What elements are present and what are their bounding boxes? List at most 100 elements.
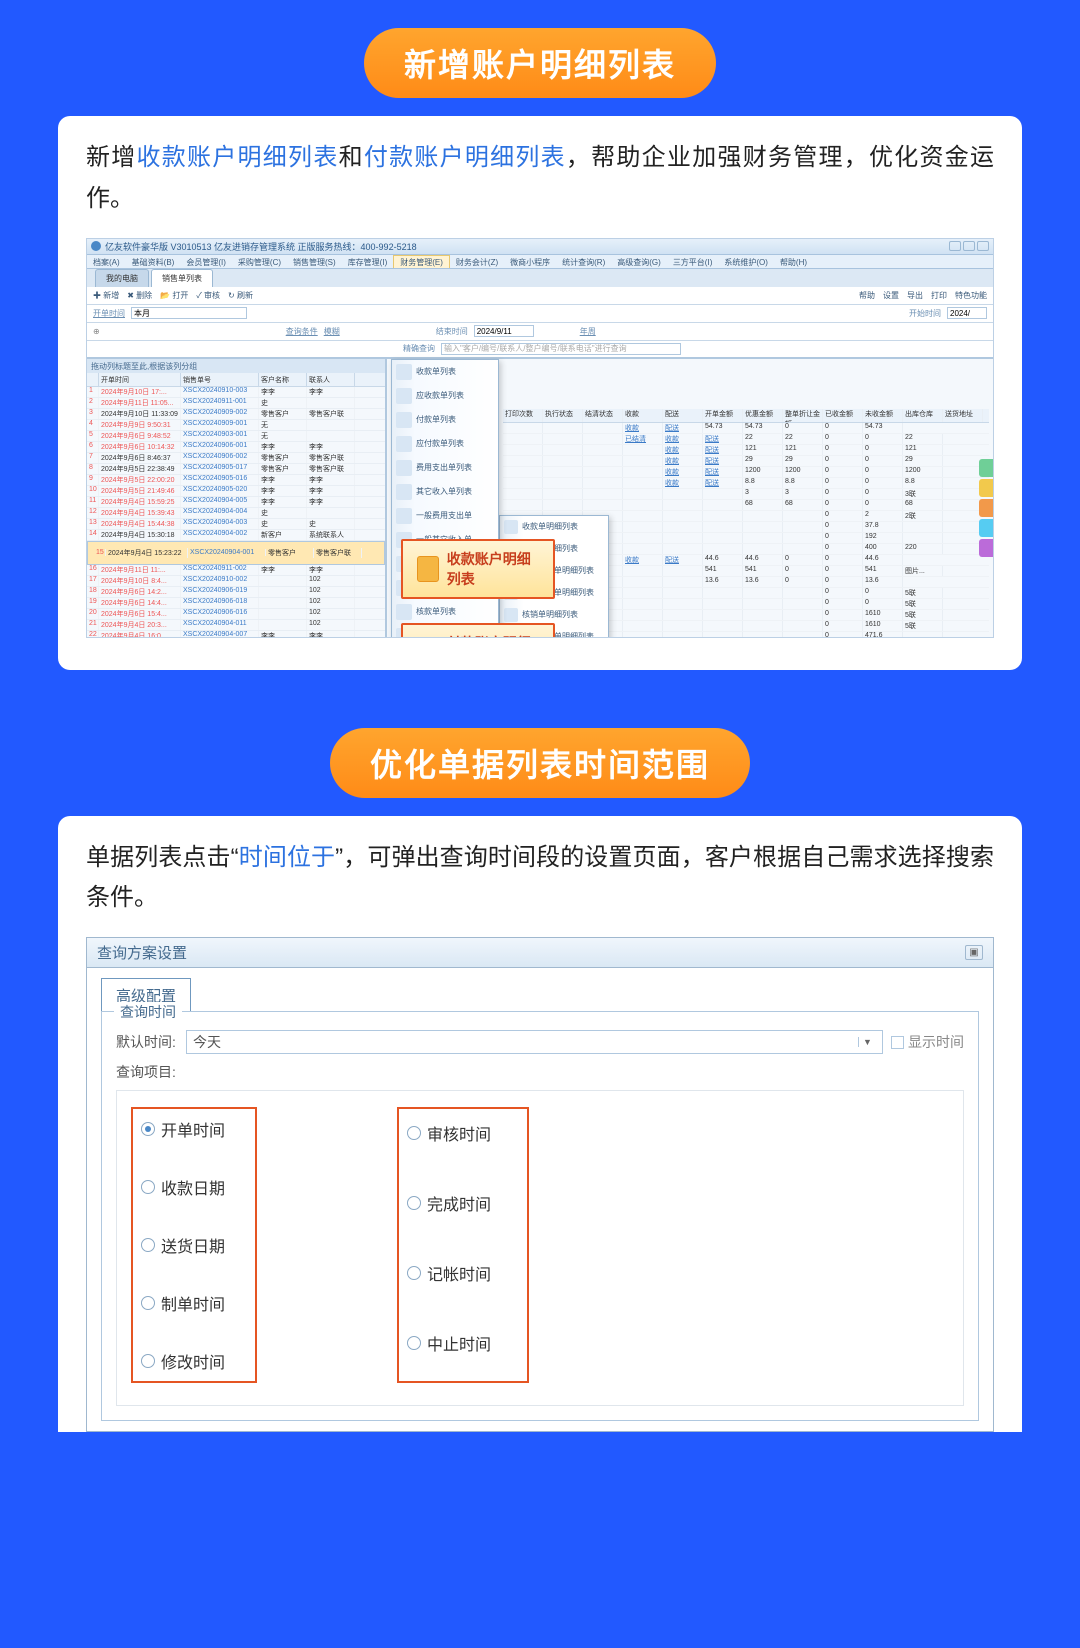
minimize-button[interactable] [949, 241, 961, 251]
toolbar-open[interactable]: 📂 打开 [160, 290, 188, 301]
start-time-input[interactable] [947, 307, 987, 319]
table-row[interactable]: 72024年9月6日 8:46:37XSCX20240906-002零售客户零售… [87, 453, 385, 464]
table-row[interactable]: 212024年9月4日 20:3...XSCX20240904-011102 [87, 620, 385, 631]
menu-item[interactable]: 统计查询(R) [556, 255, 611, 268]
menu-item[interactable]: 收款单列表 [392, 360, 498, 384]
table-row[interactable]: 42024年9月9日 9:50:31XSCX20240909-001无 [87, 420, 385, 431]
table-row[interactable]: 182024年9月6日 14:2...XSCX20240906-019102 [87, 587, 385, 598]
toolbar-audit[interactable]: ✓ 审核 [196, 290, 220, 301]
fieldset-legend: 查询时间 [114, 1002, 182, 1022]
toolbar-right-item[interactable]: 特色功能 [955, 290, 987, 301]
default-time-select[interactable]: 今天 ▼ [186, 1030, 883, 1054]
table-row[interactable]: 收款配送54.7354.730054.73 [503, 423, 989, 434]
menu-item[interactable]: 三方平台(I) [667, 255, 719, 268]
document-tabs[interactable]: 我的电脑销售单列表 [87, 269, 993, 287]
table-row[interactable]: 152024年9月4日 15:23:22XSCX20240904-001零售客户… [87, 541, 385, 565]
dropdown-arrow-icon[interactable]: ▼ [858, 1037, 876, 1047]
table-row[interactable]: 202024年9月6日 15:4...XSCX20240906-016102 [87, 609, 385, 620]
submenu-item[interactable]: 收款单明细列表 [500, 516, 608, 538]
table-row[interactable]: 收款配送8.88.8008.8 [503, 478, 989, 489]
menu-item[interactable]: 采购管理(C) [232, 255, 287, 268]
table-row[interactable]: 12024年9月10日 17:...XSCX20240910-003李李李李 [87, 387, 385, 398]
radio-icon [141, 1296, 155, 1310]
menu-item[interactable]: 销售管理(S) [287, 255, 342, 268]
radio-option[interactable]: 开单时间 [141, 1117, 225, 1141]
table-row[interactable]: 142024年9月4日 15:30:18XSCX20240904-002新客户系… [87, 530, 385, 541]
menu-item[interactable]: 库存管理(I) [342, 255, 394, 268]
table-row[interactable]: 32024年9月10日 11:33:09XSCX20240909-002零售客户… [87, 409, 385, 420]
menu-item[interactable]: 应收款单列表 [392, 384, 498, 408]
radio-option[interactable]: 收款日期 [141, 1175, 225, 1199]
toolbar: ✚ 新增 ✖ 删除 📂 打开 ✓ 审核 ↻ 刷新 帮助设置导出打印特色功能 [87, 287, 993, 305]
dialog-close-icon[interactable]: ▣ [965, 945, 983, 960]
menu-item[interactable]: 一般费用支出单 [392, 504, 498, 528]
menu-item[interactable]: 帮助(H) [774, 255, 813, 268]
table-row[interactable]: 62024年9月6日 10:14:32XSCX20240906-001李李李李 [87, 442, 385, 453]
left-grid: 拖动列标题至此,根据该列分组 开单时间销售单号客户名称联系人 12024年9月1… [87, 359, 387, 638]
fuzzy-link[interactable]: 模糊 [324, 326, 340, 337]
menu-icon [396, 508, 412, 524]
toolbar-right-item[interactable]: 打印 [931, 290, 947, 301]
window-controls [949, 241, 989, 251]
table-row[interactable]: 33003联 [503, 489, 989, 500]
menu-item[interactable]: 高级查询(G) [611, 255, 667, 268]
table-row[interactable]: 132024年9月4日 15:44:38XSCX20240904-003史史 [87, 519, 385, 530]
end-time-input[interactable] [474, 325, 534, 337]
table-row[interactable]: 112024年9月4日 15:59:25XSCX20240904-005李李李李 [87, 497, 385, 508]
radio-option[interactable]: 修改时间 [141, 1349, 225, 1373]
toolbar-new[interactable]: ✚ 新增 [93, 290, 119, 301]
maximize-button[interactable] [963, 241, 975, 251]
table-row[interactable]: 122024年9月4日 15:39:43XSCX20240904-004史 [87, 508, 385, 519]
radio-option[interactable]: 完成时间 [407, 1191, 491, 1215]
table-row[interactable]: 22024年9月11日 11:05...XSCX20240911-001史 [87, 398, 385, 409]
menu-item[interactable]: 微商小程序 [504, 255, 556, 268]
query-conditions-link[interactable]: 查询条件 [286, 326, 318, 337]
menu-item[interactable]: 核款单列表 [392, 600, 498, 624]
close-button[interactable] [977, 241, 989, 251]
radio-icon [141, 1122, 155, 1136]
menu-item[interactable]: 应付款单列表 [392, 432, 498, 456]
radio-option[interactable]: 记帐时间 [407, 1261, 491, 1285]
toolbar-refresh[interactable]: ↻ 刷新 [228, 290, 253, 301]
table-row[interactable]: 222024年9月4日 16:0...XSCX20240904-007李李李李 [87, 631, 385, 638]
table-row[interactable]: 172024年9月10日 8:4...XSCX20240910-002102 [87, 576, 385, 587]
menu-item[interactable]: 会员管理(I) [180, 255, 232, 268]
table-row[interactable]: 192024年9月6日 14:4...XSCX20240906-018102 [87, 598, 385, 609]
filter-time-value[interactable] [131, 307, 247, 319]
toolbar-right-item[interactable]: 帮助 [859, 290, 875, 301]
table-row[interactable]: 收款配送12112100121 [503, 445, 989, 456]
table-row[interactable]: 收款配送29290029 [503, 456, 989, 467]
menu-item[interactable]: 费用支出单列表 [392, 456, 498, 480]
table-row[interactable]: 92024年9月5日 22:00:20XSCX20240905-016李李李李 [87, 475, 385, 486]
table-row[interactable]: 收款配送12001200001200 [503, 467, 989, 478]
menu-item[interactable]: 财务管理(E) [393, 255, 450, 268]
table-row[interactable]: 162024年9月11日 11:...XSCX20240911-002李李李李 [87, 565, 385, 576]
menu-item[interactable]: 系统维护(O) [718, 255, 774, 268]
table-row[interactable]: 52024年9月6日 9:48:52XSCX20240903-001无 [87, 431, 385, 442]
year-week-link[interactable]: 年周 [580, 326, 596, 337]
radio-option[interactable]: 中止时间 [407, 1331, 491, 1355]
table-row[interactable]: 82024年9月5日 22:38:49XSCX20240905-017零售客户零… [87, 464, 385, 475]
search-input[interactable] [441, 343, 681, 355]
menu-item[interactable]: 财务会计(Z) [450, 255, 504, 268]
menu-item[interactable]: 其它收入单列表 [392, 480, 498, 504]
radio-icon [407, 1266, 421, 1280]
table-row[interactable]: 已结清收款配送22220022 [503, 434, 989, 445]
table-row[interactable]: 68680068 [503, 500, 989, 511]
filter-time-label[interactable]: 开单时间 [93, 308, 125, 319]
grid-rows[interactable]: 12024年9月10日 17:...XSCX20240910-003李李李李22… [87, 387, 385, 638]
radio-option[interactable]: 送货日期 [141, 1233, 225, 1257]
toolbar-delete[interactable]: ✖ 删除 [127, 290, 152, 301]
menu-item[interactable]: 档案(A) [87, 255, 126, 268]
toolbar-right-item[interactable]: 导出 [907, 290, 923, 301]
radio-option[interactable]: 制单时间 [141, 1291, 225, 1315]
menubar[interactable]: 档案(A)基础资料(B)会员管理(I)采购管理(C)销售管理(S)库存管理(I)… [87, 255, 993, 269]
tab-item[interactable]: 我的电脑 [95, 269, 149, 287]
table-row[interactable]: 102024年9月5日 21:49:46XSCX20240905-020李李李李 [87, 486, 385, 497]
show-time-checkbox[interactable]: 显示时间 [891, 1032, 964, 1052]
radio-option[interactable]: 审核时间 [407, 1121, 491, 1145]
menu-item[interactable]: 付款单列表 [392, 408, 498, 432]
menu-item[interactable]: 基础资料(B) [126, 255, 181, 268]
tab-item[interactable]: 销售单列表 [151, 269, 213, 287]
toolbar-right-item[interactable]: 设置 [883, 290, 899, 301]
